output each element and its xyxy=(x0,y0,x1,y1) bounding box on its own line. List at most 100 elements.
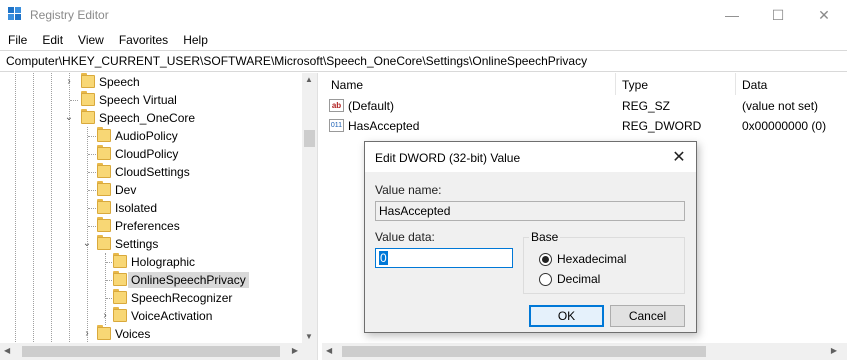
value-row-default[interactable]: ab (Default) REG_SZ (value not set) xyxy=(322,96,847,116)
tree-connector xyxy=(88,172,96,173)
minimize-icon: — xyxy=(725,7,739,23)
column-divider[interactable] xyxy=(735,73,736,95)
chevron-right-icon[interactable]: › xyxy=(100,311,110,321)
folder-icon xyxy=(97,145,111,160)
scroll-thumb[interactable] xyxy=(342,346,706,357)
tree-item-speechrecognizer[interactable]: SpeechRecognizer xyxy=(0,289,302,307)
value-row-hasaccepted[interactable]: 011 HasAccepted REG_DWORD 0x00000000 (0) xyxy=(322,116,847,136)
tree-item-label[interactable]: Settings xyxy=(112,236,161,252)
folder-icon xyxy=(113,253,127,268)
scroll-down-icon[interactable]: ▼ xyxy=(305,332,313,341)
folder-icon xyxy=(97,127,111,142)
value-type: REG_SZ xyxy=(622,99,671,113)
chevron-right-icon[interactable]: › xyxy=(82,329,92,339)
tree-item-speech-onecore[interactable]: ⌄ Speech_OneCore xyxy=(0,109,302,127)
folder-icon xyxy=(113,289,127,304)
tree-item-label[interactable]: SpeechRecognizer xyxy=(128,290,235,306)
tree-item-label[interactable]: Isolated xyxy=(112,200,160,216)
tree-item-isolated[interactable]: Isolated xyxy=(0,199,302,217)
column-header-data[interactable]: Data xyxy=(742,78,767,92)
close-window-button[interactable]: ✕ xyxy=(801,0,847,30)
tree-connector xyxy=(88,226,96,227)
scroll-right-icon[interactable]: ▶ xyxy=(292,346,298,355)
address-bar[interactable]: Computer\HKEY_CURRENT_USER\SOFTWARE\Micr… xyxy=(0,50,847,72)
title-bar: Registry Editor — ☐ ✕ xyxy=(0,0,847,30)
chevron-right-icon[interactable]: › xyxy=(64,77,74,87)
window-title: Registry Editor xyxy=(30,8,109,22)
value-data-text[interactable]: 0 xyxy=(379,251,388,265)
tree-item-label[interactable]: OnlineSpeechPrivacy xyxy=(128,272,249,288)
column-header-name[interactable]: Name xyxy=(331,78,363,92)
scroll-right-icon[interactable]: ▶ xyxy=(831,346,837,355)
tree-pane: › Speech Speech Virtual ⌄ Speech_OneCore… xyxy=(0,73,317,360)
tree-item-speech-virtual[interactable]: Speech Virtual xyxy=(0,91,302,109)
tree-item-speech[interactable]: › Speech xyxy=(0,73,302,91)
tree-item-label[interactable]: Dev xyxy=(112,182,139,198)
tree-item-audiopolicy[interactable]: AudioPolicy xyxy=(0,127,302,145)
scroll-up-icon[interactable]: ▲ xyxy=(305,75,313,84)
dialog-title: Edit DWORD (32-bit) Value xyxy=(375,151,521,165)
tree-item-label[interactable]: Speech_OneCore xyxy=(96,110,198,126)
tree-item-voices[interactable]: › Voices xyxy=(0,325,302,343)
value-data-input[interactable]: 0 xyxy=(375,248,513,268)
tree-item-onlinespeechprivacy[interactable]: OnlineSpeechPrivacy xyxy=(0,271,302,289)
column-header-type[interactable]: Type xyxy=(622,78,648,92)
tree-vertical-scrollbar[interactable]: ▲ ▼ xyxy=(302,73,317,343)
menu-view[interactable]: View xyxy=(78,30,104,50)
tree-item-label[interactable]: CloudSettings xyxy=(112,164,193,180)
menu-help[interactable]: Help xyxy=(183,30,208,50)
value-data: 0x00000000 (0) xyxy=(742,119,827,133)
tree-connector xyxy=(88,154,96,155)
binary-value-icon: 011 xyxy=(329,119,344,132)
tree-item-label[interactable]: AudioPolicy xyxy=(112,128,181,144)
menu-edit[interactable]: Edit xyxy=(42,30,63,50)
tree-item-cloudsettings[interactable]: CloudSettings xyxy=(0,163,302,181)
folder-icon xyxy=(97,235,111,250)
chevron-down-icon[interactable]: ⌄ xyxy=(82,239,92,249)
scroll-thumb[interactable] xyxy=(304,130,315,147)
tree-item-label[interactable]: VoiceActivation xyxy=(128,308,215,324)
folder-icon xyxy=(81,73,95,88)
registry-editor-icon xyxy=(8,7,22,21)
ok-button[interactable]: OK xyxy=(529,305,604,327)
folder-icon xyxy=(81,109,95,124)
tree-horizontal-scrollbar[interactable]: ◀ ▶ xyxy=(0,343,302,360)
scroll-thumb[interactable] xyxy=(22,346,280,357)
tree-item-cloudpolicy[interactable]: CloudPolicy xyxy=(0,145,302,163)
column-divider[interactable] xyxy=(615,73,616,95)
minimize-button[interactable]: — xyxy=(709,0,755,30)
radio-decimal-label[interactable]: Decimal xyxy=(557,272,600,286)
values-horizontal-scrollbar[interactable]: ◀ ▶ xyxy=(322,343,847,360)
tree-connector xyxy=(70,100,78,101)
chevron-down-icon[interactable]: ⌄ xyxy=(64,113,74,123)
menu-file[interactable]: File xyxy=(8,30,27,50)
folder-icon xyxy=(113,271,127,286)
tree-item-label[interactable]: Holographic xyxy=(128,254,198,270)
tree-item-preferences[interactable]: Preferences xyxy=(0,217,302,235)
scroll-left-icon[interactable]: ◀ xyxy=(326,346,332,355)
tree-item-voiceactivation[interactable]: › VoiceActivation xyxy=(0,307,302,325)
tree-item-label[interactable]: Speech Virtual xyxy=(96,92,180,108)
tree-item-dev[interactable]: Dev xyxy=(0,181,302,199)
close-icon: ✕ xyxy=(672,149,686,166)
tree-item-settings[interactable]: ⌄ Settings xyxy=(0,235,302,253)
radio-hexadecimal-label[interactable]: Hexadecimal xyxy=(557,252,626,266)
edit-dword-dialog: Edit DWORD (32-bit) Value ✕ Value name: … xyxy=(364,141,697,333)
dialog-close-button[interactable]: ✕ xyxy=(662,142,696,172)
address-path[interactable]: Computer\HKEY_CURRENT_USER\SOFTWARE\Micr… xyxy=(6,54,587,68)
scroll-corner xyxy=(302,343,317,360)
base-label: Base xyxy=(529,230,561,244)
tree-item-label[interactable]: Speech xyxy=(96,74,143,90)
tree-item-label[interactable]: Preferences xyxy=(112,218,183,234)
tree-item-holographic[interactable]: Holographic xyxy=(0,253,302,271)
radio-decimal[interactable] xyxy=(539,273,552,286)
tree-item-label[interactable]: CloudPolicy xyxy=(112,146,181,162)
cancel-button[interactable]: Cancel xyxy=(610,305,685,327)
menu-favorites[interactable]: Favorites xyxy=(119,30,168,50)
tree-connector xyxy=(88,136,96,137)
maximize-button[interactable]: ☐ xyxy=(755,0,801,30)
radio-hexadecimal[interactable] xyxy=(539,253,552,266)
scroll-left-icon[interactable]: ◀ xyxy=(4,346,10,355)
tree-connector xyxy=(88,208,96,209)
tree-item-label[interactable]: Voices xyxy=(112,326,153,342)
